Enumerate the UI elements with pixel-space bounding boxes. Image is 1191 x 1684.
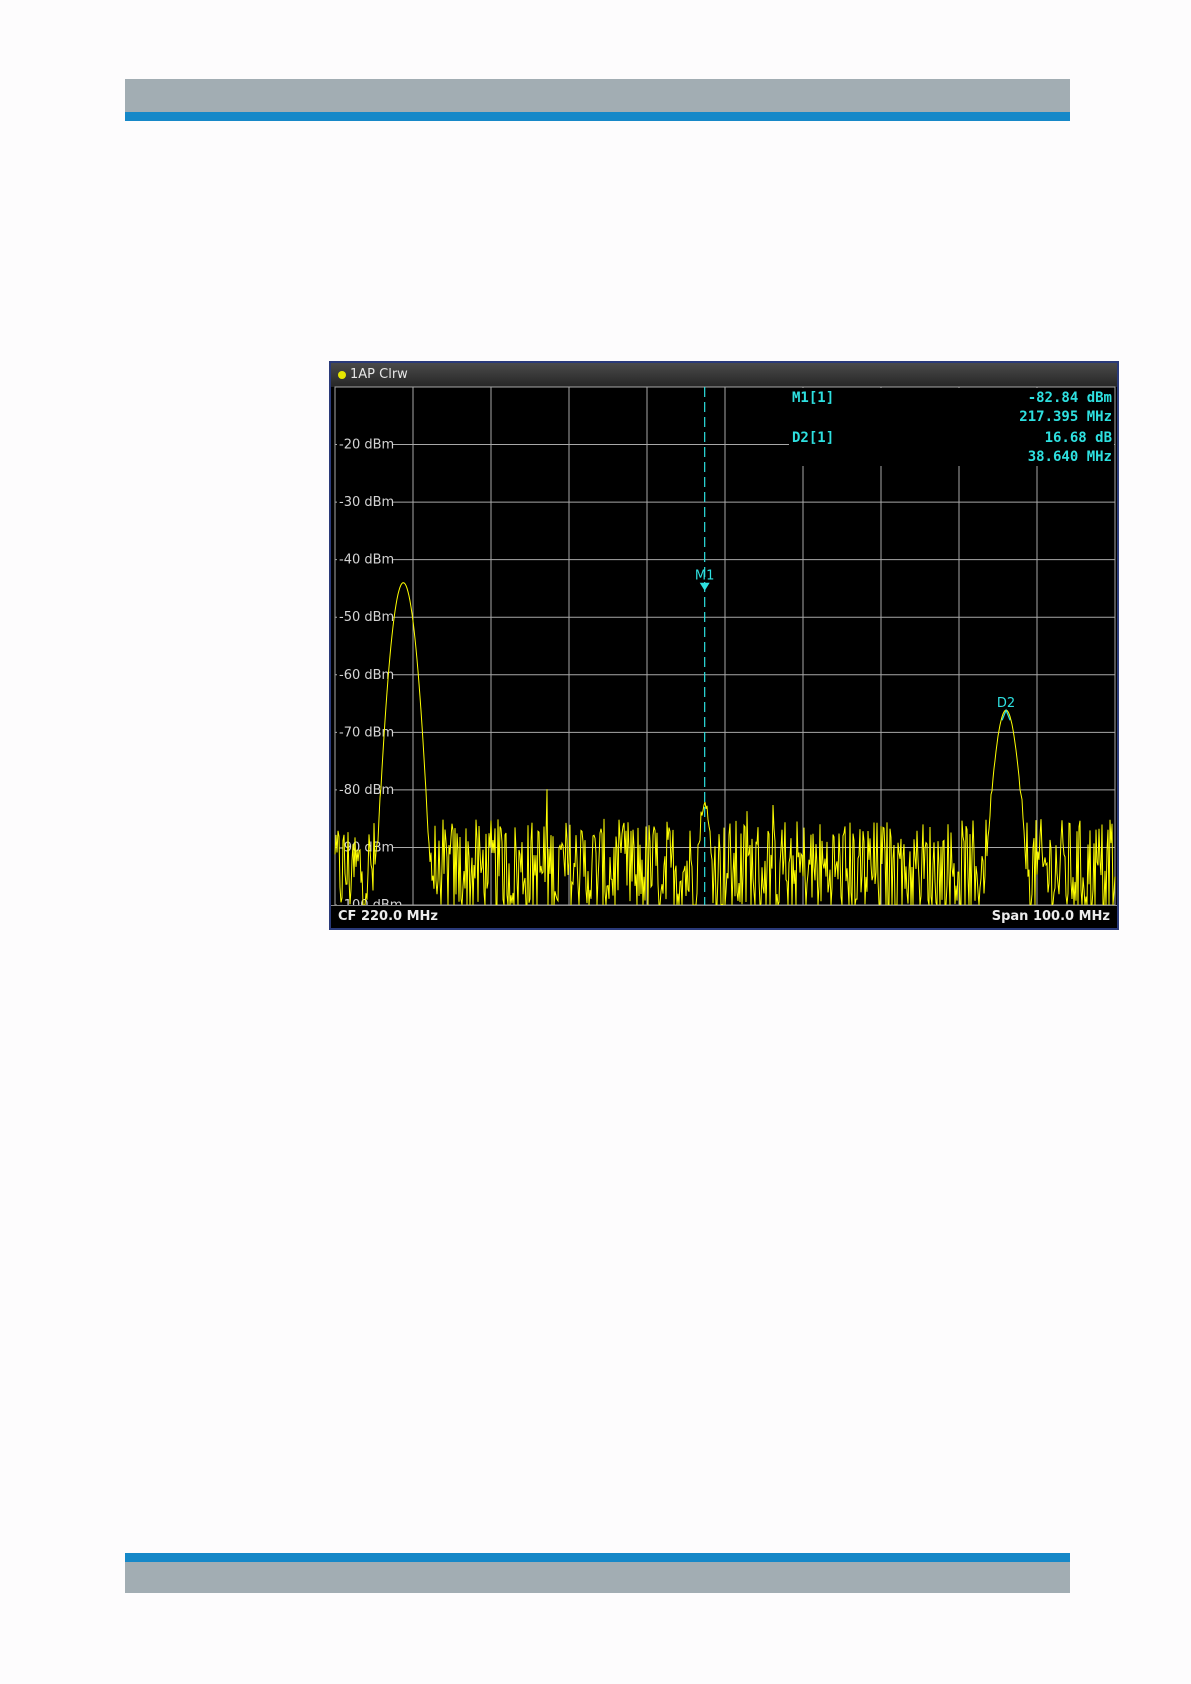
marker-readout-value: 16.68 dB [1045,430,1112,446]
y-tick-label: -20 dBm [339,438,394,453]
page-header-bar [125,79,1070,112]
marker-readout-frequency: 38.640 MHz [1028,449,1112,465]
marker-readout-value: -82.84 dBm [1028,390,1112,406]
spectrum-analyzer-screen: 1AP Clrw -20 dBm -30 dBm -40 dBm -50 dBm -60… [329,361,1119,930]
y-tick-label: -80 dBm [339,783,394,798]
y-tick-label: -30 dBm [339,495,394,510]
y-tick-label: -70 dBm [339,725,394,740]
marker-m1-label: M1 [695,569,715,584]
page-footer-bar [125,1562,1070,1593]
marker-readout-name: D2[1] [792,430,834,446]
span-label: Span 100.0 MHz [991,909,1110,924]
page-header-accent [125,112,1070,121]
page-footer-accent [125,1553,1070,1562]
marker-d2-label: D2 [997,696,1015,711]
spectrum-plot: -20 dBm -30 dBm -40 dBm -50 dBm -60 dBm -70 d… [334,386,1116,913]
y-tick-label: -40 dBm [339,553,394,568]
y-tick-label: -50 dBm [339,610,394,625]
status-bar: CF 220.0 MHz Span 100.0 MHz [331,905,1117,928]
center-frequency-label: CF 220.0 MHz [338,909,438,924]
y-tick-label: -60 dBm [339,668,394,683]
marker-readout-name: M1[1] [792,390,834,406]
marker-readout-frequency: 217.395 MHz [1019,409,1112,425]
